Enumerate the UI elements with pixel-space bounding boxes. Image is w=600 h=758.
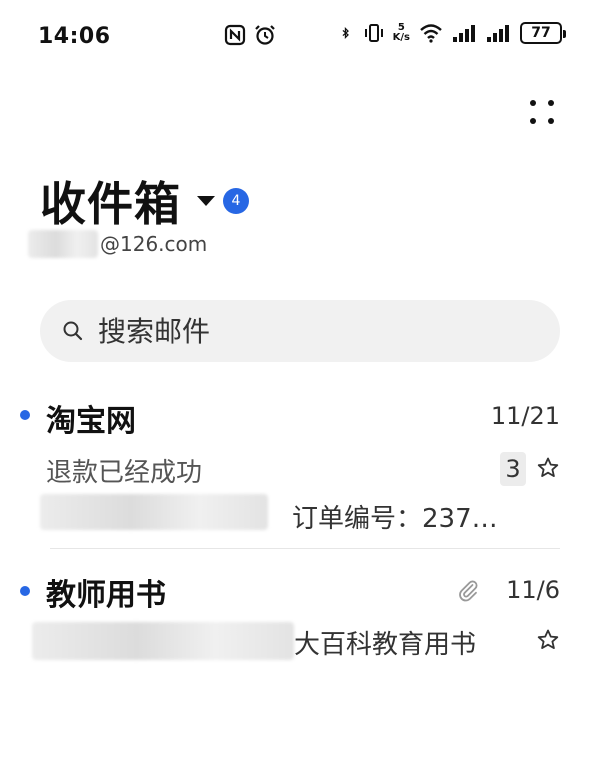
star-icon[interactable] [536,456,560,480]
search-icon [63,321,83,341]
mail-sender: 教师用书 [46,578,166,613]
battery-indicator: 77 [520,22,566,44]
redacted-preview [40,494,268,530]
mailbox-selector[interactable]: 收件箱 4 [40,168,249,234]
redacted-username [28,230,98,258]
thread-count-badge: 3 [500,452,526,486]
alarm-icon [255,25,275,45]
star-icon[interactable] [536,628,560,652]
wifi-icon [420,24,442,43]
mail-subject: 退款已经成功 [46,458,203,488]
status-right-icons: 5 K/s 77 [341,22,566,44]
caret-down-icon [197,196,215,206]
status-bar: 14:06 5 K/s 77 [0,0,600,76]
mail-date: 11/21 [490,402,560,430]
mail-preview: 大百科教育用书 [294,630,477,660]
mail-item[interactable]: 教师用书 11/6 大百科教育用书 [0,566,600,676]
signal-icon [453,25,475,42]
page-title: 收件箱 [40,177,181,231]
list-divider [50,548,560,549]
search-bar[interactable] [40,300,560,362]
account-address: @126.com [28,230,207,258]
status-left-icons [224,24,276,46]
account-domain: @126.com [100,232,208,256]
unread-dot [20,410,30,420]
mail-date: 11/6 [506,576,560,604]
bluetooth-icon [342,27,349,39]
net-speed-unit: K/s [392,32,410,43]
net-speed: 5 K/s [393,23,410,43]
vibrate-icon [364,24,383,42]
redacted-preview [32,622,294,660]
more-dots-icon[interactable] [522,92,562,132]
signal-icon [487,25,509,42]
search-input[interactable] [98,314,498,348]
mail-preview: 订单编号：237… [292,504,498,534]
attachment-icon [459,580,478,602]
status-time: 14:06 [38,24,111,49]
mail-sender: 淘宝网 [46,404,136,439]
unread-count-badge: 4 [223,188,249,214]
nfc-icon [224,24,246,46]
mail-item[interactable]: 淘宝网 11/21 退款已经成功 3 订单编号：237… [0,390,600,550]
unread-dot [20,586,30,596]
